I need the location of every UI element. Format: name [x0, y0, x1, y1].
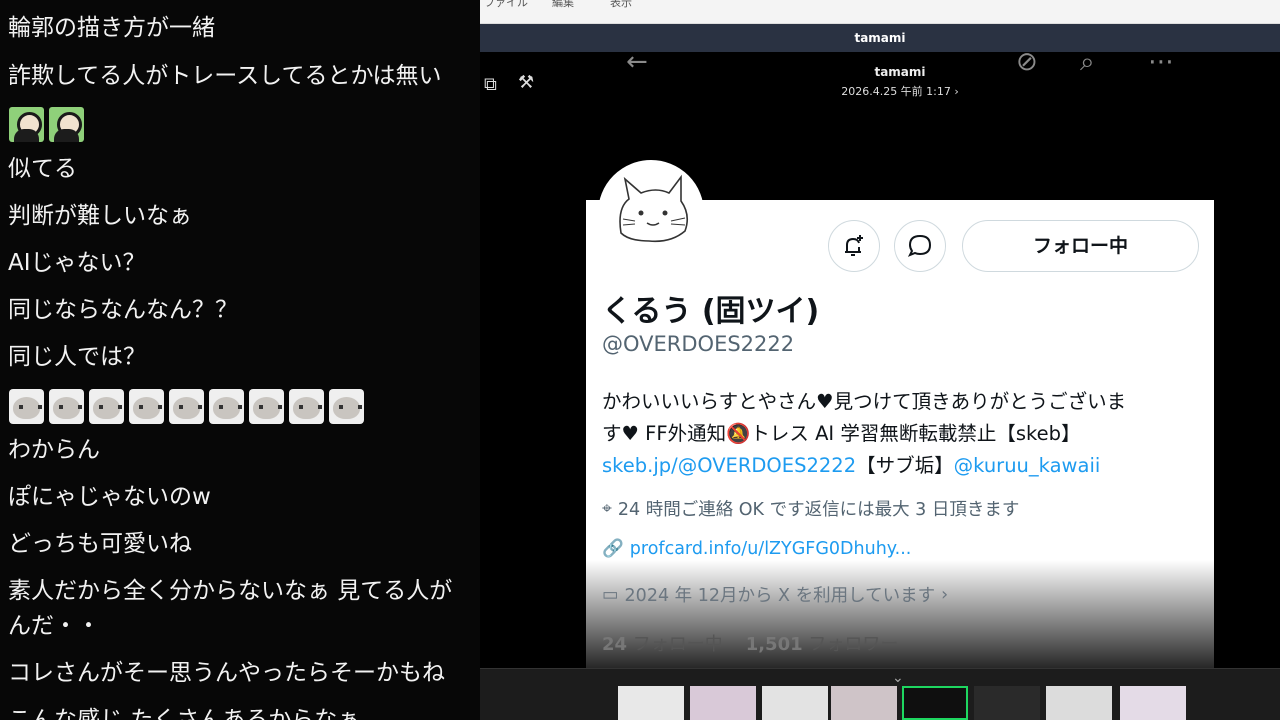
chat-message: 同じ人では？: [8, 344, 146, 370]
chat-message: ぽにゃじゃないのw: [8, 484, 211, 510]
chat-message: 似てる: [8, 156, 77, 182]
chat-message: 同じならなんなん？？: [8, 297, 238, 323]
thumbnail-active[interactable]: [902, 686, 968, 720]
chat-message: AIじゃない？: [8, 250, 146, 276]
chevron-down-icon[interactable]: ⌄: [892, 670, 904, 686]
bio-line: かわいいいらすとやさん♥見つけて頂きありがとうございま: [602, 390, 1127, 413]
cat-emote: [9, 389, 44, 424]
chat-panel: 輪郭の描き方が一緒 詐欺してる人がトレースしてるとかは無い 似てる 判断が難しい…: [0, 0, 480, 720]
thumbnail[interactable]: [618, 686, 684, 720]
cat-emote: [209, 389, 244, 424]
link-icon: 🔗: [602, 539, 624, 559]
chat-bubble-icon: [907, 234, 932, 257]
cat-emote: [129, 389, 164, 424]
sub-account-link[interactable]: @kuruu_kawaii: [954, 454, 1101, 477]
follow-stats: 24 フォロー中 1,501 フォロワー: [602, 634, 899, 655]
chat-message: 素人だから全く分からないなぁ 見てる人が: [8, 578, 453, 604]
cat-emote: [329, 389, 364, 424]
post-author-name: tamami: [874, 65, 926, 79]
cat-emote: [249, 389, 284, 424]
image-viewer: ファイル 編集 表示 tamami ⧉ ⚒ ← tamami 2026.4.25…: [480, 0, 1280, 720]
chat-message: どっちも可愛いね: [8, 531, 192, 557]
character-emote: [49, 107, 84, 142]
cat-emote: [89, 389, 124, 424]
character-emote: [9, 107, 44, 142]
magic-wand-icon[interactable]: ⚒: [518, 72, 534, 93]
chat-message: 輪郭の描き方が一緒: [8, 15, 215, 41]
thumbnail[interactable]: [1120, 686, 1186, 720]
profile-display-name: くるう (固ツイ): [602, 294, 820, 329]
following-button[interactable]: フォロー中: [962, 220, 1199, 272]
thumbnail[interactable]: [831, 686, 897, 720]
window-title: tamami: [480, 24, 1280, 52]
chat-message: 判断が難しいなぁ: [8, 203, 192, 229]
chat-message: こんな感じ たくさんあるからなぁ: [8, 707, 361, 720]
chat-message: コレさんがそー思うんやったらそーかもね: [8, 660, 445, 686]
profile-location: ⌖ 24 時間ご連絡 OK です返信には最大 3 日頂きます: [602, 498, 1020, 521]
location-pin-icon: ⌖: [602, 498, 612, 519]
website-link[interactable]: profcard.info/u/lZYGFG0Dhuhy...: [630, 539, 912, 559]
menu-file[interactable]: ファイル: [484, 0, 528, 10]
bell-plus-icon: [845, 235, 863, 256]
menu-view[interactable]: 表示: [610, 0, 632, 10]
following-count[interactable]: 24: [602, 634, 627, 655]
profile-card: フォロー中 くるう (固ツイ) @OVERDOES2222 かわいいいらすとやさ…: [586, 160, 1214, 668]
crop-icon[interactable]: ⧉: [484, 74, 497, 95]
followers-count[interactable]: 1,501: [746, 634, 803, 655]
thumbnail[interactable]: [974, 686, 1040, 720]
cat-emote: [169, 389, 204, 424]
phone-screenshot: ← tamami 2026.4.25 午前 1:17 › ⊘ ⌕ ⋯ フォロー中…: [586, 52, 1214, 668]
profile-handle: @OVERDOES2222: [602, 332, 795, 356]
edit-off-icon[interactable]: ⊘: [1016, 52, 1038, 75]
skeb-link[interactable]: skeb.jp/@OVERDOES2222: [602, 454, 856, 477]
search-icon[interactable]: ⌕: [1080, 52, 1095, 75]
thumbnail[interactable]: [690, 686, 756, 720]
profile-website: 🔗 profcard.info/u/lZYGFG0Dhuhy...: [602, 539, 911, 559]
chat-emote-row: [9, 107, 84, 142]
profile-joined: ▭ 2024 年 12月から X を利用しています ›: [602, 584, 949, 607]
calendar-icon: ▭: [602, 584, 619, 605]
menu-bar: ファイル 編集 表示: [480, 0, 1280, 24]
cat-avatar-icon: [619, 174, 689, 243]
thumbnail[interactable]: [762, 686, 828, 720]
cat-emote: [49, 389, 84, 424]
menu-edit[interactable]: 編集: [552, 0, 574, 10]
chat-message: 詐欺してる人がトレースしてるとかは無い: [8, 63, 442, 89]
chat-emote-row: [9, 389, 364, 424]
notify-button[interactable]: [828, 220, 880, 272]
avatar[interactable]: [598, 160, 704, 266]
chat-message: んだ・・: [8, 613, 100, 639]
bio-line: す♥ FF外通知🔕トレス AI 学習無断転載禁止【skeb】: [602, 422, 1081, 445]
chat-message: わからん: [8, 437, 100, 463]
bio-line: skeb.jp/@OVERDOES2222【サブ垢】@kuruu_kawaii: [602, 454, 1101, 477]
cat-emote: [289, 389, 324, 424]
thumbnail[interactable]: [1046, 686, 1112, 720]
more-icon[interactable]: ⋯: [1148, 52, 1174, 75]
message-button[interactable]: [894, 220, 946, 272]
post-date: 2026.4.25 午前 1:17 ›: [841, 85, 959, 98]
